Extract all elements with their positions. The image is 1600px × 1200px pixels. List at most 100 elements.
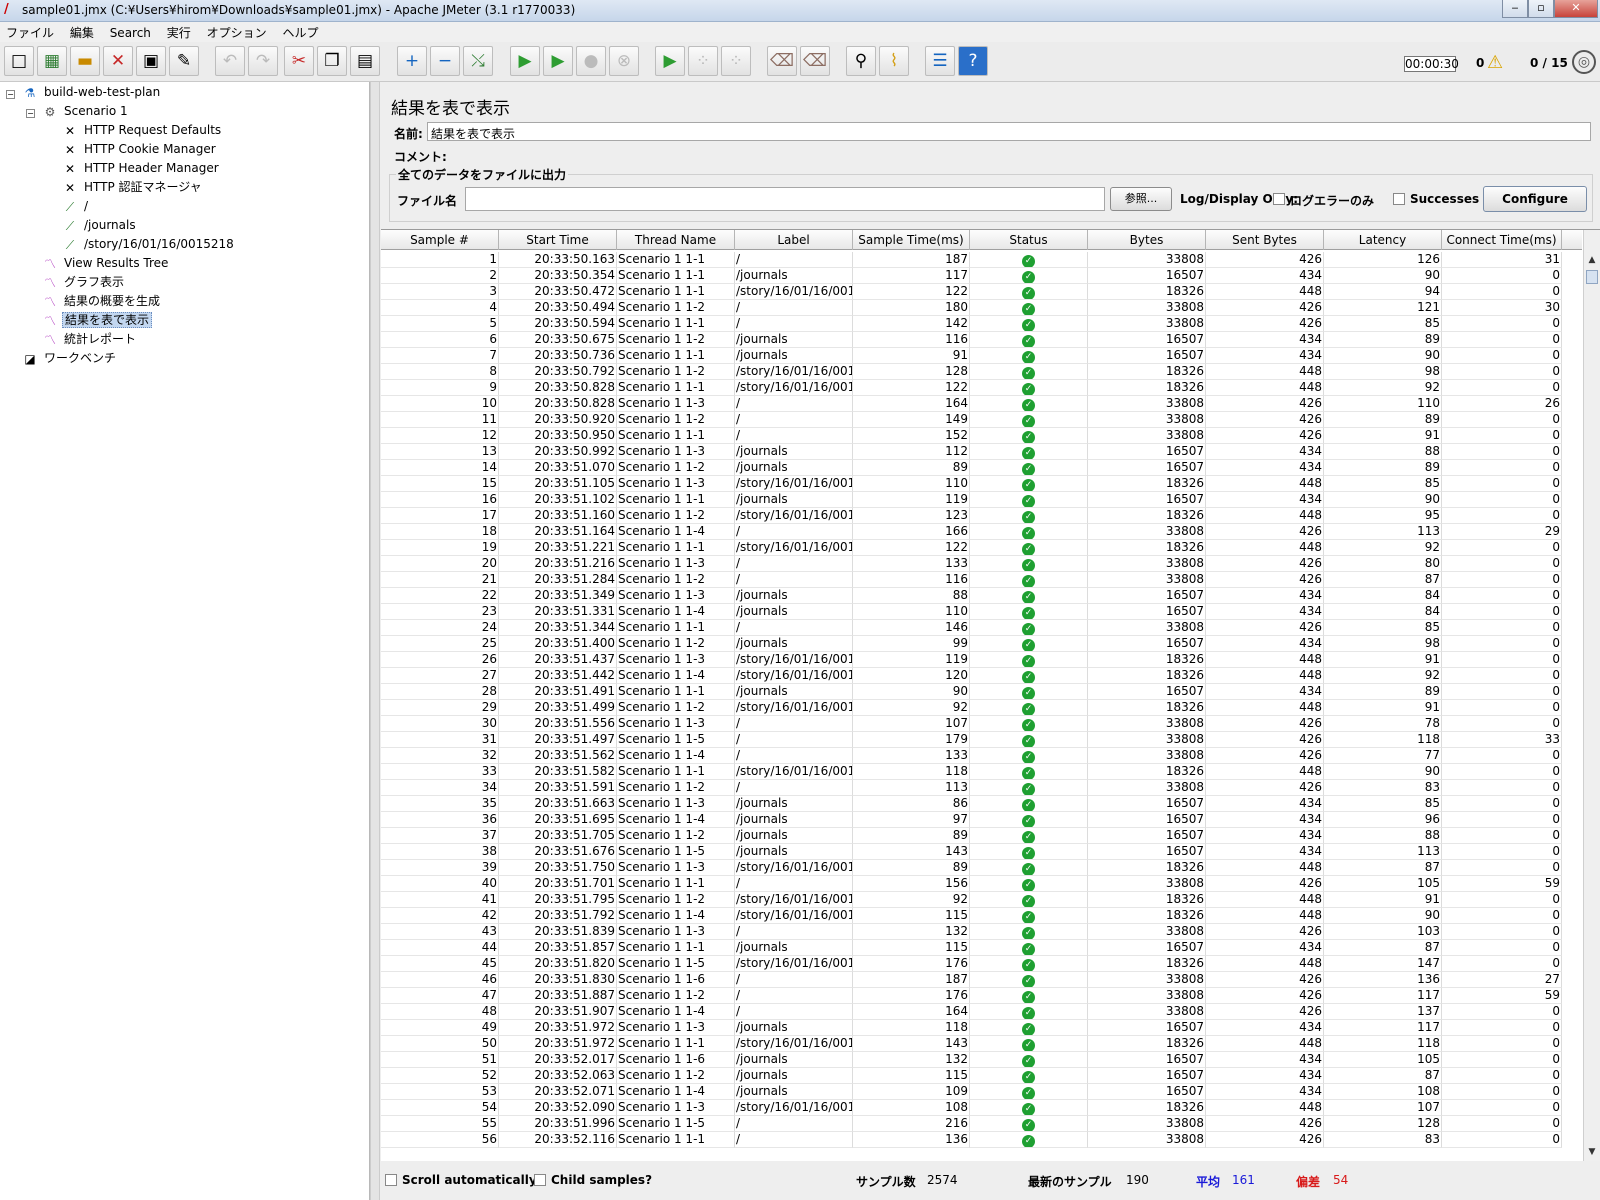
- table-row[interactable]: 27 20:33:51.442 Scenario 1 1-4/story/16/01…: [381, 668, 1582, 684]
- table-row[interactable]: 37 20:33:51.705 Scenario 1 1-2/journals 89 ✓…: [381, 828, 1582, 844]
- scroll-down-icon[interactable]: ▼: [1584, 1144, 1600, 1160]
- tree-node-test-plan[interactable]: ⚗ build-web-test-plan: [22, 83, 162, 102]
- table-row[interactable]: 55 20:33:51.996 Scenario 1 1-5/216 ✓ 33808 42…: [381, 1116, 1582, 1132]
- stop-icon[interactable]: ●: [576, 46, 606, 76]
- open-icon[interactable]: ▬: [70, 46, 100, 76]
- table-row[interactable]: 19 20:33:51.221 Scenario 1 1-1/story/16/01…: [381, 540, 1582, 556]
- browse-button[interactable]: 参照...: [1110, 187, 1172, 211]
- table-row[interactable]: 50 20:33:51.972 Scenario 1 1-1/story/16/01…: [381, 1036, 1582, 1052]
- remote-shutdown-all-icon[interactable]: ⁘: [721, 46, 751, 76]
- column-header-label[interactable]: Label: [735, 230, 853, 250]
- table-row[interactable]: 54 20:33:52.090 Scenario 1 1-3/story/16/01…: [381, 1100, 1582, 1116]
- table-row[interactable]: 48 20:33:51.907 Scenario 1 1-4/164 ✓ 33808 42…: [381, 1004, 1582, 1020]
- table-row[interactable]: 6 20:33:50.675 Scenario 1 1-2/journals 116 ✓…: [381, 332, 1582, 348]
- table-row[interactable]: 40 20:33:51.701 Scenario 1 1-1/156 ✓ 33808 42…: [381, 876, 1582, 892]
- table-row[interactable]: 8 20:33:50.792 Scenario 1 1-2/story/16/01/…: [381, 364, 1582, 380]
- remote-start-all-icon[interactable]: ▶: [655, 46, 685, 76]
- table-row[interactable]: 34 20:33:51.591 Scenario 1 1-2/113 ✓ 33808 42…: [381, 780, 1582, 796]
- table-row[interactable]: 20 20:33:51.216 Scenario 1 1-3/133 ✓ 33808 42…: [381, 556, 1582, 572]
- start-icon[interactable]: ▶: [510, 46, 540, 76]
- successes-checkbox[interactable]: [1393, 193, 1405, 205]
- menu-edit[interactable]: 編集: [64, 22, 100, 41]
- table-row[interactable]: 21 20:33:51.284 Scenario 1 1-2/116 ✓ 33808 42…: [381, 572, 1582, 588]
- table-row[interactable]: 45 20:33:51.820 Scenario 1 1-5/story/16/01…: [381, 956, 1582, 972]
- table-row[interactable]: 18 20:33:51.164 Scenario 1 1-4/166 ✓ 33808 42…: [381, 524, 1582, 540]
- column-header-sent-bytes[interactable]: Sent Bytes: [1206, 230, 1324, 250]
- table-row[interactable]: 42 20:33:51.792 Scenario 1 1-4/story/16/01…: [381, 908, 1582, 924]
- table-row[interactable]: 47 20:33:51.887 Scenario 1 1-2/176 ✓ 33808 42…: [381, 988, 1582, 1004]
- table-row[interactable]: 46 20:33:51.830 Scenario 1 1-6/187 ✓ 33808 42…: [381, 972, 1582, 988]
- column-header-thread-name[interactable]: Thread Name: [617, 230, 735, 250]
- table-row[interactable]: 38 20:33:51.676 Scenario 1 1-5/journals 143…: [381, 844, 1582, 860]
- table-row[interactable]: 39 20:33:51.750 Scenario 1 1-3/story/16/01…: [381, 860, 1582, 876]
- copy-icon[interactable]: ❐: [317, 46, 347, 76]
- remote-stop-all-icon[interactable]: ⁘: [688, 46, 718, 76]
- table-row[interactable]: 36 20:33:51.695 Scenario 1 1-4/journals 97 ✓…: [381, 812, 1582, 828]
- table-row[interactable]: 3 20:33:50.472 Scenario 1 1-1/story/16/01/…: [381, 284, 1582, 300]
- save-as-icon[interactable]: ✎: [169, 46, 199, 76]
- table-row[interactable]: 49 20:33:51.972 Scenario 1 1-3/journals 118…: [381, 1020, 1582, 1036]
- undo-icon[interactable]: ↶: [215, 46, 245, 76]
- column-header-connect-time[interactable]: Connect Time(ms): [1442, 230, 1562, 250]
- tree-node-sampler-journals[interactable]: ⟋/journals: [62, 216, 138, 235]
- maximize-button[interactable]: ▫: [1528, 0, 1554, 18]
- tree-node-http-request-defaults[interactable]: ✕ HTTP Request Defaults: [62, 121, 223, 140]
- table-row[interactable]: 10 20:33:50.828 Scenario 1 1-3/164 ✓ 33808 42…: [381, 396, 1582, 412]
- table-row[interactable]: 51 20:33:52.017 Scenario 1 1-6/journals 132…: [381, 1052, 1582, 1068]
- start-no-pauses-icon[interactable]: ▶: [543, 46, 573, 76]
- table-row[interactable]: 33 20:33:51.582 Scenario 1 1-1/story/16/01…: [381, 764, 1582, 780]
- name-field[interactable]: 結果を表で表示: [427, 122, 1591, 141]
- table-row[interactable]: 12 20:33:50.950 Scenario 1 1-1/152 ✓ 33808 42…: [381, 428, 1582, 444]
- configure-button[interactable]: Configure: [1483, 186, 1587, 212]
- table-row[interactable]: 32 20:33:51.562 Scenario 1 1-4/133 ✓ 33808 42…: [381, 748, 1582, 764]
- menu-search[interactable]: Search: [104, 24, 157, 40]
- column-header-latency[interactable]: Latency: [1324, 230, 1442, 250]
- table-row[interactable]: 53 20:33:52.071 Scenario 1 1-4/journals 109…: [381, 1084, 1582, 1100]
- table-row[interactable]: 52 20:33:52.063 Scenario 1 1-2/journals 115…: [381, 1068, 1582, 1084]
- tree-node-summary-report[interactable]: 〽結果の概要を生成: [42, 292, 162, 311]
- collapse-all-icon[interactable]: −: [430, 46, 460, 76]
- table-row[interactable]: 23 20:33:51.331 Scenario 1 1-4/journals 110…: [381, 604, 1582, 620]
- table-row[interactable]: 9 20:33:50.828 Scenario 1 1-1/story/16/01/…: [381, 380, 1582, 396]
- tree-node-workbench[interactable]: ◪ ワークベンチ: [22, 349, 118, 368]
- table-row[interactable]: 28 20:33:51.491 Scenario 1 1-1/journals 90 ✓…: [381, 684, 1582, 700]
- table-row[interactable]: 29 20:33:51.499 Scenario 1 1-2/story/16/01…: [381, 700, 1582, 716]
- function-helper-icon[interactable]: ☰: [925, 46, 955, 76]
- tree-node-view-results-table[interactable]: 〽結果を表で表示: [42, 311, 153, 330]
- table-row[interactable]: 35 20:33:51.663 Scenario 1 1-3/journals 86 ✓…: [381, 796, 1582, 812]
- save-icon[interactable]: ▣: [136, 46, 166, 76]
- expand-all-icon[interactable]: +: [397, 46, 427, 76]
- collapse-toggle-icon[interactable]: −: [6, 90, 15, 99]
- child-samples-checkbox[interactable]: [534, 1174, 546, 1186]
- tree-node-sampler-story[interactable]: ⟋/story/16/01/16/0015218: [62, 235, 236, 254]
- vertical-scrollbar[interactable]: ▲ ▼: [1583, 230, 1600, 1162]
- table-row[interactable]: 11 20:33:50.920 Scenario 1 1-2/149 ✓ 33808 42…: [381, 412, 1582, 428]
- tree-node-scenario-1[interactable]: ⚙ Scenario 1: [42, 102, 130, 121]
- tree-node-http-header-manager[interactable]: ✕ HTTP Header Manager: [62, 159, 221, 178]
- table-row[interactable]: 43 20:33:51.839 Scenario 1 1-3/132 ✓ 33808 42…: [381, 924, 1582, 940]
- table-body[interactable]: 1 20:33:50.163 Scenario 1 1-1/187 ✓ 33808 426…: [381, 252, 1582, 1160]
- table-row[interactable]: 44 20:33:51.857 Scenario 1 1-1/journals 115…: [381, 940, 1582, 956]
- table-row[interactable]: 4 20:33:50.494 Scenario 1 1-2/180 ✓ 33808 426…: [381, 300, 1582, 316]
- close-button[interactable]: ✕: [1554, 0, 1598, 18]
- filename-input[interactable]: [465, 187, 1105, 211]
- search-binoculars-icon[interactable]: ⚲: [846, 46, 876, 76]
- split-pane-divider[interactable]: [370, 82, 380, 1200]
- column-header-sample-time[interactable]: Sample Time(ms): [853, 230, 970, 250]
- table-row[interactable]: 41 20:33:51.795 Scenario 1 1-2/story/16/01…: [381, 892, 1582, 908]
- column-header-start-time[interactable]: Start Time: [499, 230, 617, 250]
- menu-run[interactable]: 実行: [161, 22, 197, 41]
- cut-icon[interactable]: ✂: [284, 46, 314, 76]
- table-row[interactable]: 1 20:33:50.163 Scenario 1 1-1/187 ✓ 33808 426…: [381, 252, 1582, 268]
- scroll-up-icon[interactable]: ▲: [1584, 252, 1600, 268]
- table-row[interactable]: 16 20:33:51.102 Scenario 1 1-1/journals 119…: [381, 492, 1582, 508]
- new-icon[interactable]: □: [4, 46, 34, 76]
- table-row[interactable]: 15 20:33:51.105 Scenario 1 1-3/story/16/01…: [381, 476, 1582, 492]
- menu-options[interactable]: オプション: [201, 22, 273, 41]
- tree-node-aggregate-report[interactable]: 〽統計レポート: [42, 330, 138, 349]
- scroll-automatically-checkbox[interactable]: [385, 1174, 397, 1186]
- column-header-sample-number[interactable]: Sample #: [381, 230, 499, 250]
- clear-all-icon[interactable]: ⌫: [800, 46, 830, 76]
- table-row[interactable]: 56 20:33:52.116 Scenario 1 1-1/136 ✓ 33808 42…: [381, 1132, 1582, 1148]
- menu-file[interactable]: ファイル: [0, 22, 60, 41]
